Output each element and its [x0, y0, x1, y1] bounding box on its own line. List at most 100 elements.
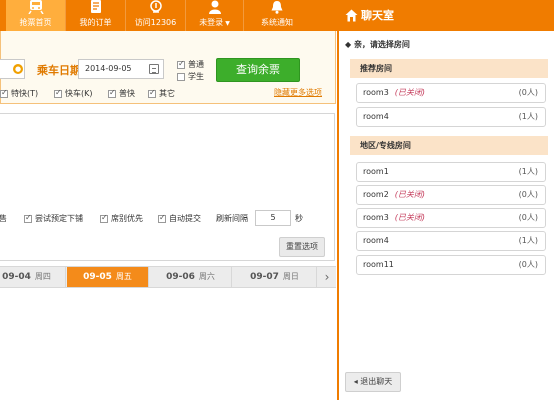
- date-tab-0905[interactable]: 09-05 周五: [67, 267, 149, 287]
- date-tab-date: 09-06: [166, 272, 195, 282]
- room-count: (0人): [518, 190, 538, 199]
- checkbox-express[interactable]: [0, 88, 8, 98]
- room-count: (0人): [518, 88, 538, 97]
- reset-options-button[interactable]: 重置选项: [279, 237, 325, 257]
- query-tickets-button[interactable]: 查询余票: [216, 58, 300, 82]
- room-item[interactable]: room2 (已关闭) (0人): [356, 185, 546, 205]
- nav-orders-label: 我的订单: [79, 18, 112, 27]
- room-name: room4: [363, 236, 389, 245]
- refresh-interval-input[interactable]: 5: [255, 210, 291, 226]
- chat-panel: ◆ 亲，请选择房间 推荐房间 room3 (已关闭) (0人) room4 (1人) …: [339, 31, 554, 400]
- option-auto-submit[interactable]: 自动提交: [158, 213, 201, 224]
- option-lower-berth-label: 尝试预定下铺: [35, 214, 83, 223]
- date-tab-bar: 09-04 周四 09-05 周五 09-06 周六 09-07 周日 ›: [0, 266, 336, 288]
- date-value: 2014-09-05: [85, 64, 132, 73]
- type-student[interactable]: 学生: [177, 71, 204, 82]
- room-count: (0人): [518, 213, 538, 222]
- date-tab-0904[interactable]: 09-04 周四: [0, 267, 66, 287]
- filter-fast-label: 快车(K): [65, 89, 93, 98]
- date-tab-weekday: 周日: [282, 272, 299, 281]
- nav-orders[interactable]: 我的订单: [66, 0, 126, 31]
- date-tab-weekday: 周六: [198, 272, 215, 281]
- nav-home[interactable]: 抢票首页: [6, 0, 66, 31]
- nav-visit-label: 访问12306: [134, 18, 177, 27]
- exit-chat-label: 退出聊天: [360, 377, 393, 386]
- option-auto-submit-label: 自动提交: [169, 214, 201, 223]
- room-name: room4: [363, 112, 389, 121]
- user-icon: [208, 0, 221, 14]
- refresh-interval-label: 刷新间隔: [216, 214, 248, 223]
- filter-fast[interactable]: 快车(K): [54, 88, 93, 99]
- nav-login[interactable]: 未登录 ▼: [186, 0, 244, 31]
- option-partial-label: 售: [0, 214, 7, 223]
- option-partial: 售: [0, 213, 7, 224]
- date-tab-0907[interactable]: 09-07 周日: [233, 267, 317, 287]
- house-icon: [345, 9, 358, 22]
- filter-express-label: 特快(T): [11, 89, 39, 98]
- checkbox-lower-berth[interactable]: [24, 213, 32, 223]
- room-count: (1人): [518, 236, 538, 245]
- checkbox-student[interactable]: [177, 72, 185, 81]
- checkbox-ordinary[interactable]: [108, 88, 116, 98]
- room-name: room1: [363, 167, 389, 176]
- type-normal-label: 普通: [188, 60, 204, 69]
- chat-title: 聊天室: [361, 9, 394, 22]
- room-status: (已关闭): [394, 213, 426, 222]
- checkbox-fast[interactable]: [54, 88, 62, 98]
- filter-express[interactable]: 特快(T): [0, 88, 38, 99]
- checkbox-normal[interactable]: [177, 59, 185, 69]
- nav-login-text: 未登录 ▼: [199, 17, 230, 28]
- date-tab-date: 09-04: [2, 272, 31, 282]
- location-icon[interactable]: ●: [13, 64, 23, 74]
- calendar-icon[interactable]: [149, 64, 159, 74]
- filter-ordinary[interactable]: 普快: [108, 88, 135, 99]
- room-item[interactable]: room4 (1人): [356, 231, 546, 251]
- nav-notifications-label: 系统通知: [261, 18, 293, 27]
- nav-home-label: 抢票首页: [19, 18, 52, 27]
- checkbox-auto-submit[interactable]: [158, 213, 166, 223]
- room-count: (1人): [518, 112, 538, 121]
- date-label: 乘车日期: [37, 64, 81, 77]
- room-item[interactable]: room11 (0人): [356, 255, 546, 275]
- filter-other[interactable]: 其它: [148, 88, 175, 99]
- checkbox-seat-priority[interactable]: [100, 213, 108, 223]
- room-item[interactable]: room4 (1人): [356, 107, 546, 127]
- checkbox-other[interactable]: [148, 88, 156, 98]
- nav-login-label: 未登录: [199, 18, 224, 27]
- chevron-right-icon[interactable]: ›: [318, 267, 336, 287]
- bell-icon: [270, 0, 284, 14]
- recommended-rooms-header: 推荐房间: [350, 59, 548, 78]
- hide-more-options-link[interactable]: 隐藏更多选项: [274, 87, 322, 98]
- room-name: room11: [363, 260, 394, 269]
- chat-header: 聊天室: [339, 0, 554, 31]
- refresh-unit: 秒: [295, 214, 303, 223]
- room-name: room2: [363, 190, 389, 199]
- nav-visit-12306[interactable]: 访问12306: [126, 0, 186, 31]
- type-student-label: 学生: [188, 72, 204, 81]
- search-panel: ● 乘车日期 2014-09-05 普通 学生 查询余票 特快(T) 快车(K)…: [0, 31, 336, 104]
- room-item[interactable]: room1 (1人): [356, 162, 546, 182]
- chat-tip: ◆ 亲，请选择房间: [345, 39, 410, 50]
- exit-chat-button[interactable]: ◂ 退出聊天: [345, 372, 401, 392]
- room-status: (已关闭): [394, 88, 426, 97]
- 12306-logo-icon: [149, 0, 163, 14]
- room-status: (已关闭): [394, 190, 426, 199]
- option-lower-berth[interactable]: 尝试预定下铺: [24, 213, 83, 224]
- chat-tip-text: 亲，请选择房间: [353, 40, 410, 49]
- filter-ordinary-label: 普快: [119, 89, 135, 98]
- nav-notifications[interactable]: 系统通知: [244, 0, 310, 31]
- room-item[interactable]: room3 (已关闭) (0人): [356, 83, 546, 103]
- date-tab-date: 09-05: [83, 272, 112, 282]
- room-name: room3: [363, 213, 389, 222]
- region-rooms-header: 地区/专线房间: [350, 136, 548, 155]
- room-item[interactable]: room3 (已关闭) (0人): [356, 208, 546, 228]
- room-name: room3: [363, 88, 389, 97]
- date-tab-0906[interactable]: 09-06 周六: [150, 267, 232, 287]
- date-input[interactable]: 2014-09-05: [78, 59, 164, 79]
- type-normal[interactable]: 普通: [177, 59, 204, 70]
- top-nav: 抢票首页 我的订单 访问12306 未登录 ▼ 系统通知: [0, 0, 338, 31]
- order-list-icon: [90, 0, 102, 14]
- date-tab-date: 09-07: [250, 272, 279, 282]
- date-tab-weekday: 周四: [34, 272, 51, 281]
- option-seat-priority[interactable]: 席别优先: [100, 213, 143, 224]
